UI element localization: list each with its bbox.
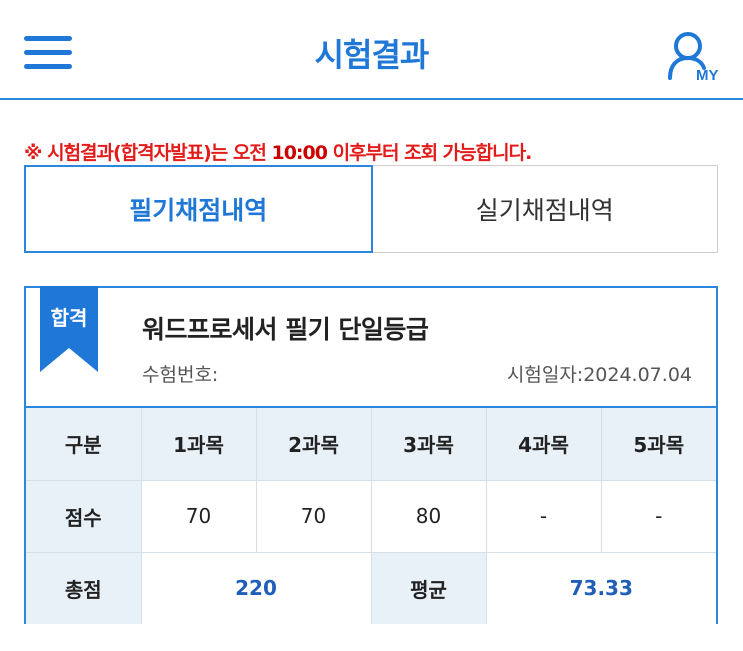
header-cell: 2과목 bbox=[256, 408, 372, 481]
average-score: 73.33 bbox=[486, 552, 716, 624]
page-title: 시험결과 bbox=[314, 36, 430, 74]
notice-text: ※ 시험결과(합격자발표)는 오전 10:00 이후부터 조회 가능합니다. bbox=[24, 138, 533, 165]
score-cell: - bbox=[601, 480, 716, 553]
result-card: 합격 워드프로세서 필기 단일등급 수험번호: 시험일자:2024.07.04 … bbox=[24, 286, 718, 624]
notice-text-before: 시험결과(합격자발표)는 오전 bbox=[41, 142, 272, 164]
exam-date-value: 2024.07.04 bbox=[583, 364, 692, 386]
tab-practical-score[interactable]: 실기채점내역 bbox=[372, 165, 718, 253]
header-cell: 구분 bbox=[26, 408, 142, 481]
table-row: 총점 220 평균 73.33 bbox=[26, 552, 716, 624]
notice-text-after: 이후부터 조회 가능합니다. bbox=[326, 142, 533, 164]
score-cell: 80 bbox=[371, 480, 487, 553]
score-label: 점수 bbox=[26, 480, 142, 553]
notice-mark: ※ bbox=[24, 142, 43, 164]
exam-number-label: 수험번호: bbox=[142, 364, 219, 386]
pass-badge: 합격 bbox=[50, 306, 88, 330]
score-cell: 70 bbox=[141, 480, 257, 553]
table-row: 구분 1과목 2과목 3과목 4과목 5과목 bbox=[26, 408, 716, 481]
app-header: 시험결과 MY bbox=[0, 0, 743, 100]
score-cell: - bbox=[486, 480, 602, 553]
average-label: 평균 bbox=[371, 552, 487, 624]
exam-date-label: 시험일자: bbox=[506, 364, 584, 386]
user-icon: MY bbox=[668, 32, 719, 84]
my-label: MY bbox=[696, 67, 719, 82]
header-cell: 1과목 bbox=[141, 408, 257, 481]
result-tabs: 필기채점내역 실기채점내역 bbox=[24, 165, 718, 253]
score-table: 구분 1과목 2과목 3과목 4과목 5과목 점수 70 70 80 - - 총… bbox=[26, 408, 716, 624]
result-card-header: 합격 워드프로세서 필기 단일등급 수험번호: 시험일자:2024.07.04 bbox=[26, 286, 716, 408]
table-row: 점수 70 70 80 - - bbox=[26, 480, 716, 553]
header-cell: 5과목 bbox=[601, 408, 716, 481]
tab-written-score[interactable]: 필기채점내역 bbox=[24, 165, 373, 253]
header-cell: 4과목 bbox=[486, 408, 602, 481]
total-label: 총점 bbox=[26, 552, 142, 624]
notice-time: 10:00 bbox=[271, 142, 327, 164]
exam-name: 워드프로세서 필기 단일등급 bbox=[142, 315, 429, 344]
score-cell: 70 bbox=[256, 480, 372, 553]
total-score: 220 bbox=[141, 552, 372, 624]
my-page-button[interactable]: MY bbox=[666, 30, 722, 84]
exam-date: 시험일자:2024.07.04 bbox=[507, 360, 692, 387]
header-cell: 3과목 bbox=[371, 408, 487, 481]
